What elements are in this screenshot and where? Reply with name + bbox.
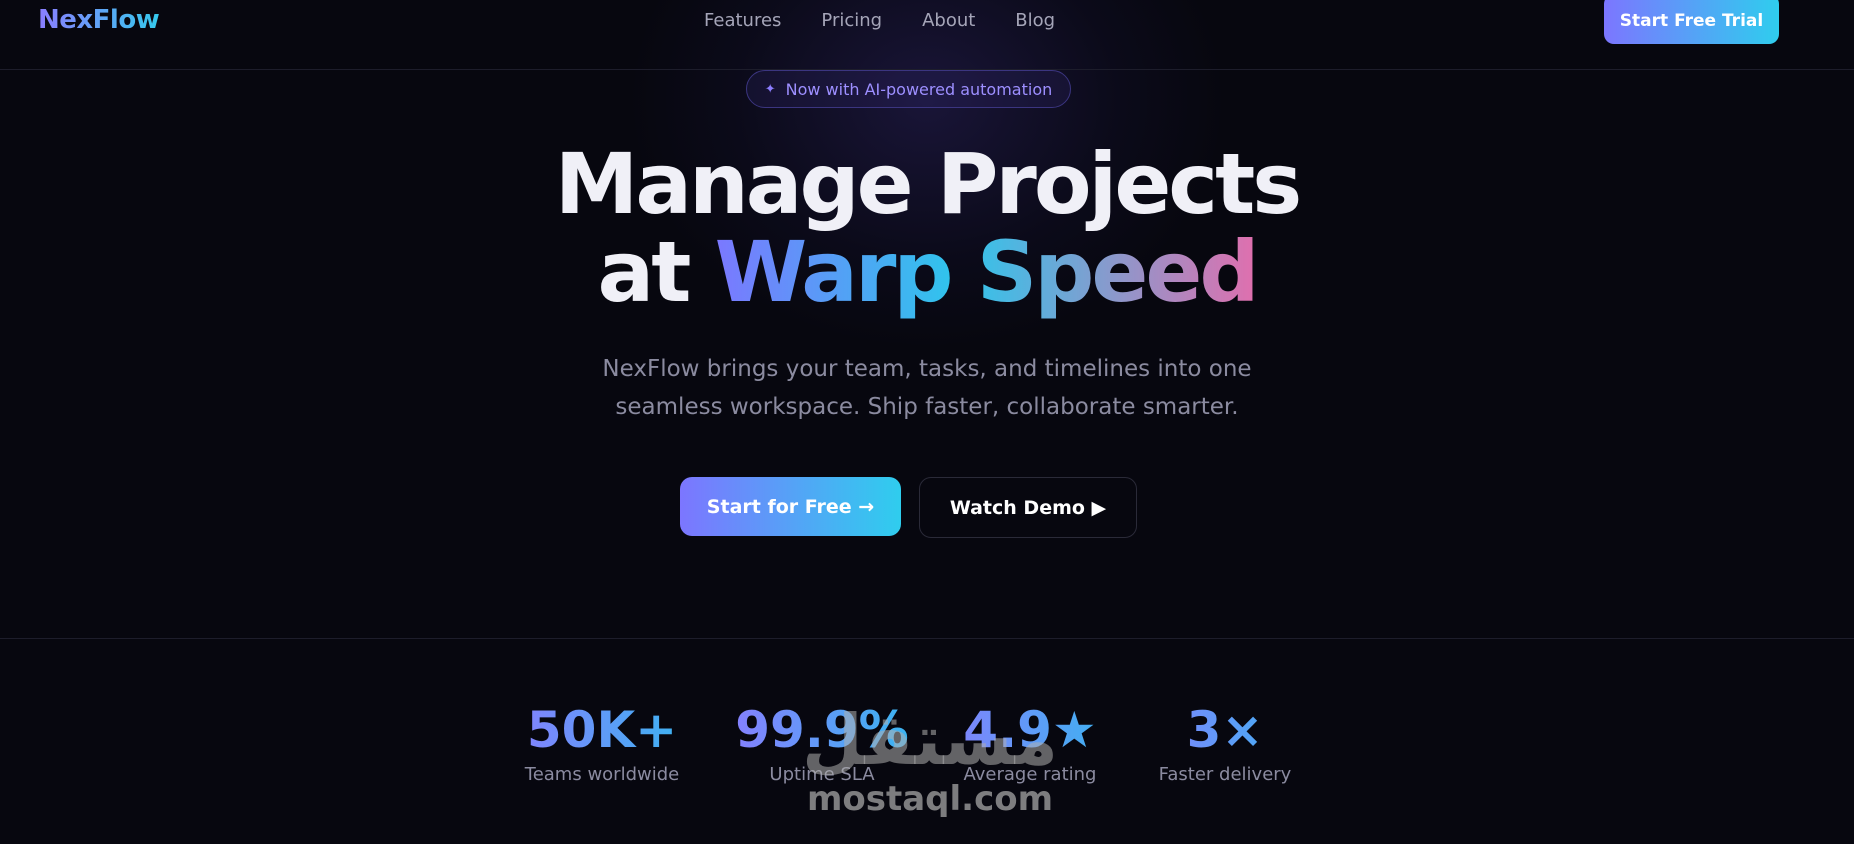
stat-value: 50K+ (502, 700, 702, 760)
sparkle-icon: ✦ (764, 81, 776, 97)
announcement-badge[interactable]: ✦ Now with AI-powered automation (746, 70, 1071, 108)
nav-link-pricing[interactable]: Pricing (821, 10, 882, 31)
stat-value: 4.9★ (930, 700, 1130, 760)
hero-title-prefix: at (597, 223, 692, 321)
hero-title-highlight: Warp Speed (714, 223, 1260, 321)
nav-link-blog[interactable]: Blog (1015, 10, 1055, 31)
stat-value: 99.9% (722, 700, 922, 760)
start-for-free-button[interactable]: Start for Free → (680, 477, 901, 536)
watermark-url: mostaql.com (806, 779, 1054, 819)
badge-text: Now with AI-powered automation (785, 79, 1053, 99)
hero-subtitle-line-2: seamless workspace. Ship faster, collabo… (615, 394, 1239, 420)
main-nav: Features Pricing About Blog (704, 10, 1055, 31)
hero-title-line-1: Manage Projects (554, 135, 1303, 233)
landing-page: NexFlow Features Pricing About Blog Star… (0, 0, 1854, 844)
nav-link-features[interactable]: Features (704, 10, 781, 31)
watch-demo-button[interactable]: Watch Demo ▶ (919, 477, 1137, 538)
section-divider (0, 638, 1854, 639)
hero-subtitle-line-1: NexFlow brings your team, tasks, and tim… (602, 356, 1252, 382)
stat-value: 3× (1125, 700, 1325, 760)
stat-label: Average rating (963, 764, 1097, 785)
hero-title: Manage Projects at Warp Speed (427, 140, 1427, 316)
nav-link-about[interactable]: About (922, 10, 975, 31)
stat-label: Teams worldwide (524, 764, 680, 785)
stat-delivery: 3× Faster delivery (1125, 700, 1325, 785)
stat-label: Uptime SLA (769, 764, 875, 785)
stat-teams: 50K+ Teams worldwide (502, 700, 702, 785)
stat-rating: 4.9★ Average rating (930, 700, 1130, 785)
site-header: NexFlow Features Pricing About Blog Star… (0, 0, 1854, 70)
logo[interactable]: NexFlow (38, 5, 160, 35)
start-free-trial-button[interactable]: Start Free Trial (1604, 0, 1779, 44)
hero-subtitle: NexFlow brings your team, tasks, and tim… (577, 350, 1277, 426)
hero-title-line-2: at Warp Speed (427, 228, 1427, 316)
stat-label: Faster delivery (1158, 764, 1292, 785)
stat-uptime: 99.9% Uptime SLA (722, 700, 922, 785)
